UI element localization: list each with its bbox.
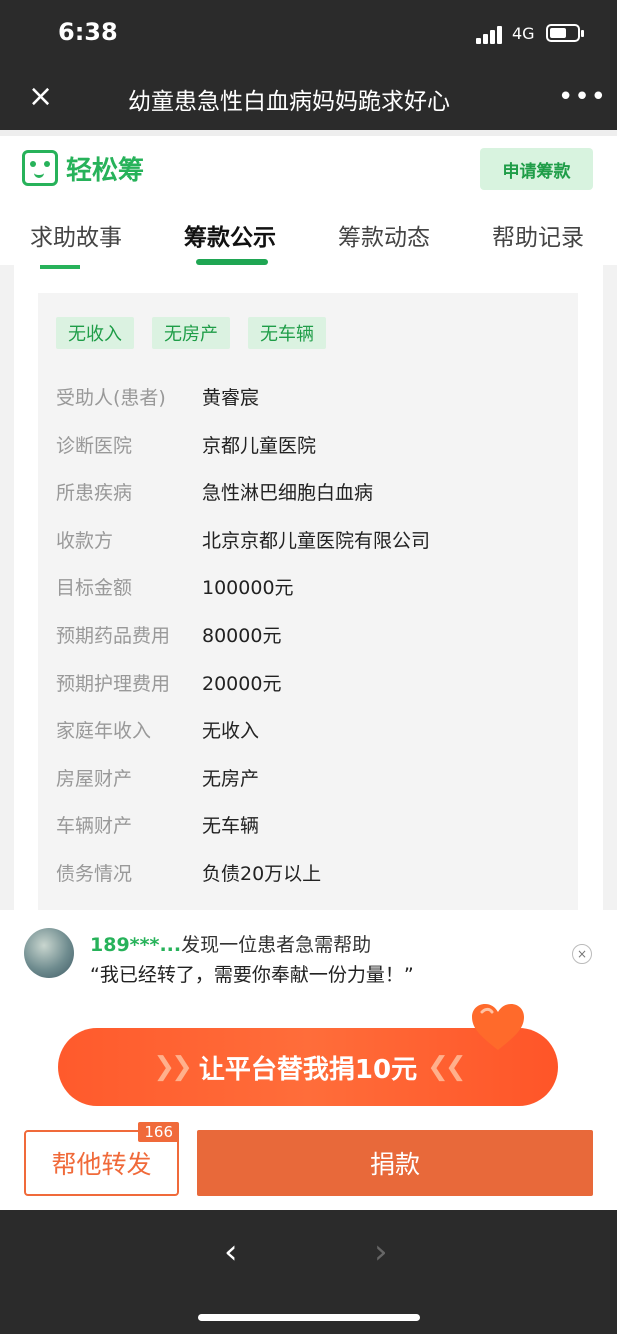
heart-icon xyxy=(472,1004,524,1050)
site-header: 轻松筹 申请筹款 求助故事 筹款公示 筹款动态 帮助记录 xyxy=(0,130,617,265)
share-count-badge: 166 xyxy=(138,1122,179,1142)
forward-icon[interactable]: › xyxy=(374,1232,388,1272)
disclosure-panel: 无收入 无房产 无车辆 受助人(患者) 黄睿宸 诊断医院 京都儿童医院 所患疾病 急性… xyxy=(38,293,578,910)
page-title: 幼童患急性白血病妈妈跪求好心 xyxy=(128,89,450,115)
notice-text: 发现一位患者急需帮助 xyxy=(181,934,372,956)
chevrons-right-icon: ❯❯ xyxy=(153,1052,193,1082)
notice-user: 189***... xyxy=(90,934,182,956)
notice-quote: “我已经转了，需要你奉献一份力量！” xyxy=(90,964,414,986)
platform-donate-label: 让平台替我捐10元 xyxy=(198,1054,418,1085)
browser-toolbar: ‹ › xyxy=(0,1210,617,1334)
bottom-action-panel: 189***...发现一位患者急需帮助 “我已经转了，需要你奉献一份力量！” ×… xyxy=(0,910,617,1210)
network-label: 4G xyxy=(512,24,535,43)
status-time: 6:38 xyxy=(58,18,118,46)
back-icon[interactable]: ‹ xyxy=(224,1232,238,1272)
share-label: 帮他转发 xyxy=(51,1150,152,1179)
status-bar: 6:38 4G xyxy=(0,0,617,66)
battery-icon xyxy=(546,24,584,42)
tag-no-vehicle: 无车辆 xyxy=(248,317,326,349)
home-indicator xyxy=(198,1314,420,1321)
tag-no-property: 无房产 xyxy=(152,317,230,349)
tab-story[interactable]: 求助故事 xyxy=(30,218,122,252)
signal-icon xyxy=(476,26,502,44)
more-icon[interactable]: ••• xyxy=(558,82,607,112)
brand-logo[interactable]: 轻松筹 xyxy=(22,148,144,188)
tab-bar: 求助故事 筹款公示 筹款动态 帮助记录 xyxy=(0,208,617,265)
donate-button[interactable]: 捐款 xyxy=(197,1130,593,1196)
web-nav-bar: × 幼童患急性白血病妈妈跪求好心 ••• xyxy=(0,66,617,130)
disclosure-card: 无收入 无房产 无车辆 受助人(患者) 黄睿宸 诊断医院 京都儿童医院 所患疾病 急性… xyxy=(14,265,603,910)
tab-help-records[interactable]: 帮助记录 xyxy=(492,218,584,252)
main-content: 无收入 无房产 无车辆 受助人(患者) 黄睿宸 诊断医院 京都儿童医院 所患疾病 急性… xyxy=(0,265,617,910)
cat-logo-icon xyxy=(22,150,58,186)
brand-name: 轻松筹 xyxy=(66,155,145,186)
avatar xyxy=(24,928,74,978)
tab-updates[interactable]: 筹款动态 xyxy=(338,218,430,252)
tag-no-income: 无收入 xyxy=(56,317,134,349)
chevrons-left-icon: ❮❮ xyxy=(427,1052,467,1082)
apply-fundraise-button[interactable]: 申请筹款 xyxy=(480,148,593,190)
status-tags: 无收入 无房产 无车辆 xyxy=(56,317,326,349)
tab-public-info[interactable]: 筹款公示 xyxy=(184,218,276,252)
close-icon[interactable]: × xyxy=(572,944,592,964)
share-button[interactable]: 帮他转发 166 xyxy=(24,1122,179,1196)
close-icon[interactable]: × xyxy=(28,82,53,112)
